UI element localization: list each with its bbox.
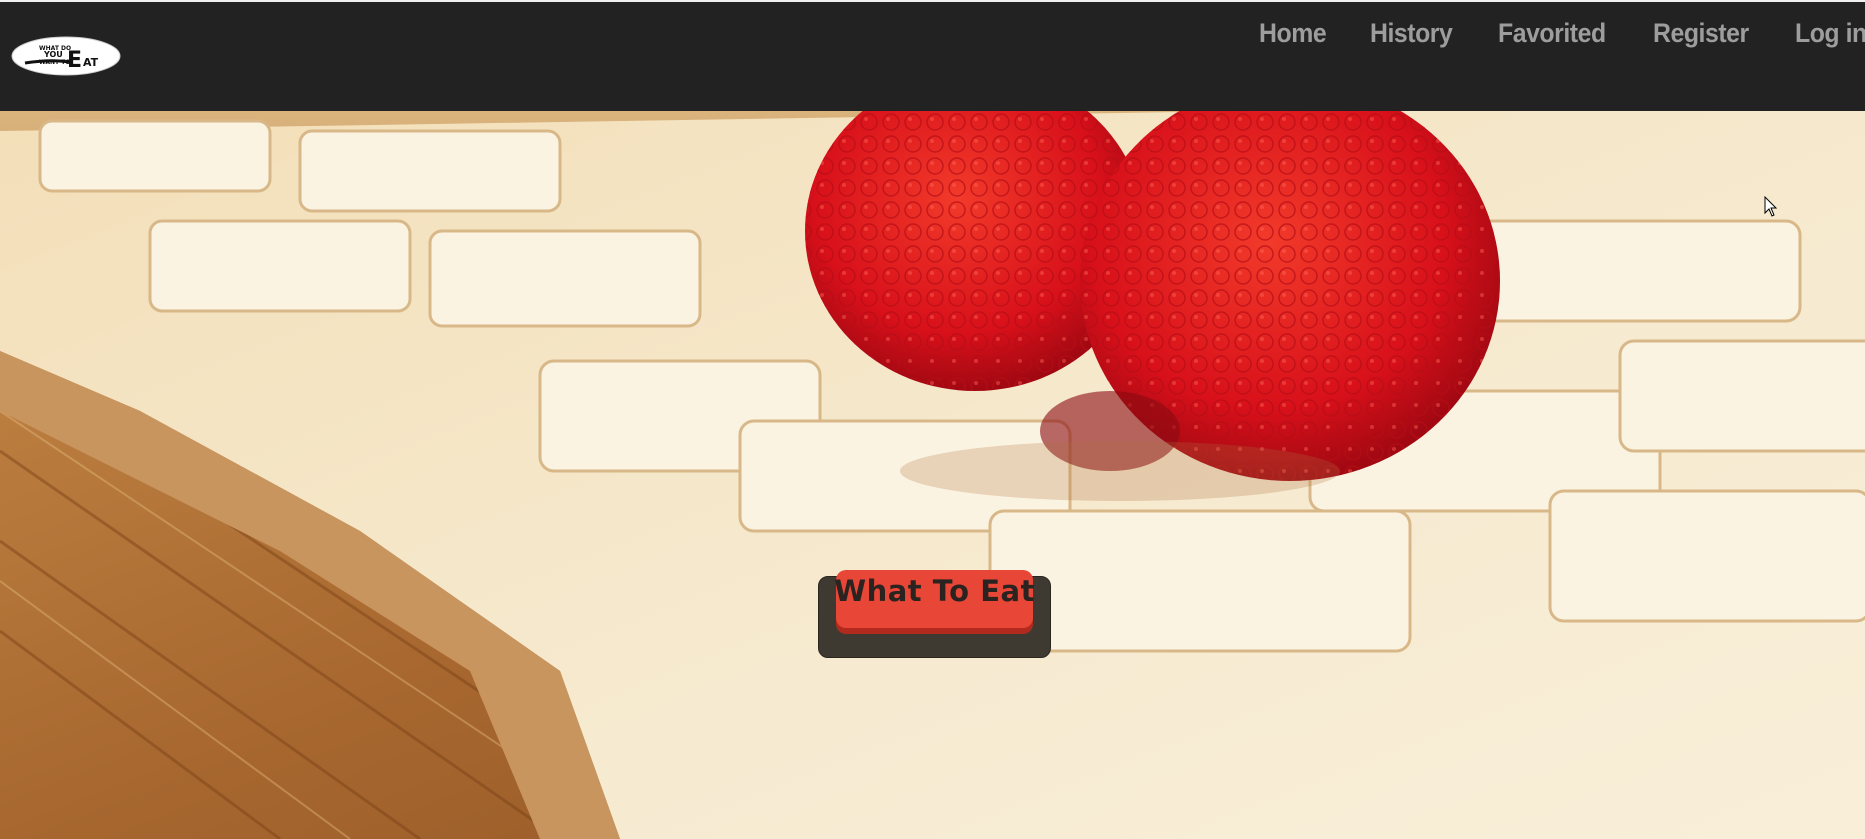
mouse-cursor-icon (1764, 195, 1778, 218)
nav-login-link[interactable]: Log in (1795, 18, 1865, 49)
nav-history-link[interactable]: History (1370, 18, 1453, 49)
what-to-eat-button[interactable]: What To Eat (834, 570, 1035, 628)
what-to-eat-label: What To Eat (834, 574, 1035, 608)
page: WHAT DO YOU WANT TO E AT Home History Fa… (0, 0, 1865, 839)
brand-logo[interactable]: WHAT DO YOU WANT TO E AT (11, 36, 121, 76)
svg-text:YOU: YOU (43, 50, 63, 59)
svg-text:AT: AT (83, 56, 99, 69)
top-navbar: WHAT DO YOU WANT TO E AT Home History Fa… (0, 0, 1865, 111)
hero-background-image (0, 111, 1865, 839)
nav-links: Home History Favorited Register Log in (1221, 18, 1865, 49)
svg-text:E: E (67, 48, 82, 73)
nav-register-link[interactable]: Register (1653, 18, 1749, 49)
nav-favorited-link[interactable]: Favorited (1498, 18, 1606, 49)
nav-home-link[interactable]: Home (1259, 18, 1327, 49)
